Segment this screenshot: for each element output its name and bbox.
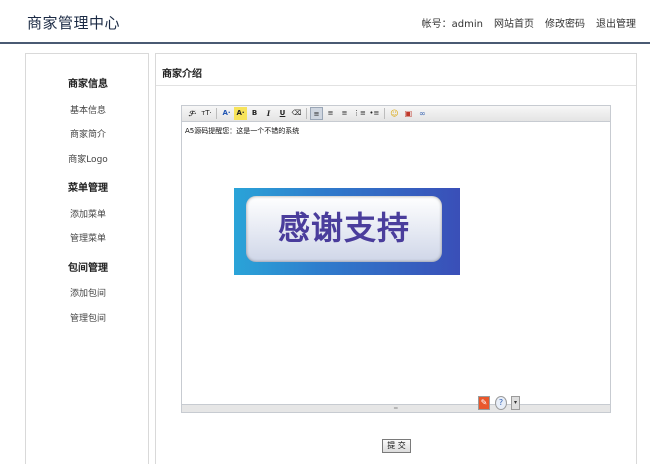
header: 商家管理中心 帐号：admin 网站首页 修改密码 退出管理 (0, 0, 650, 44)
sidebar-item-manage-room[interactable]: 管理包间 (26, 311, 150, 324)
bold-icon[interactable]: B (248, 107, 261, 120)
toolbar-divider (306, 108, 307, 119)
sidebar-group-room-management: 包间管理 (68, 263, 108, 274)
highlight-color-icon[interactable]: A· (234, 107, 247, 120)
align-right-icon[interactable]: ≡ (338, 107, 351, 120)
font-family-icon[interactable]: ℱ· (186, 107, 199, 120)
sidebar-item-manage-menu[interactable]: 管理菜单 (26, 231, 150, 244)
sidebar-group-merchant-info: 商家信息 (68, 79, 108, 90)
align-left-icon[interactable]: ≡ (310, 107, 323, 120)
site-title: 商家管理中心 (27, 14, 121, 32)
main-panel: 商家介绍 ℱ· тT· A· A· B I U ⌫ ≡ ≡ ≡ ⋮≡ •≡ ☺ … (155, 53, 637, 464)
resize-handle-icon[interactable]: ═ (394, 405, 398, 413)
font-size-icon[interactable]: тT· (200, 107, 213, 120)
sidebar-item-merchant-intro[interactable]: 商家简介 (26, 127, 150, 140)
divider (156, 85, 636, 86)
emoticon-icon[interactable]: ☺ (388, 107, 401, 120)
align-center-icon[interactable]: ≡ (324, 107, 337, 120)
sidebar-group-menu-management: 菜单管理 (68, 183, 108, 194)
home-link[interactable]: 网站首页 (494, 15, 534, 30)
thanks-banner-image: 感谢支持 (234, 188, 460, 275)
editor-content-text: A5源码提醒您：这是一个不错的系统 (185, 127, 300, 135)
font-color-icon[interactable]: A· (220, 107, 233, 120)
sidebar-item-merchant-logo[interactable]: 商家Logo (26, 152, 150, 165)
logout-link[interactable]: 退出管理 (596, 15, 636, 30)
editor-toolbar: ℱ· тT· A· A· B I U ⌫ ≡ ≡ ≡ ⋮≡ •≡ ☺ ▣ ∞ (182, 106, 610, 122)
change-password-link[interactable]: 修改密码 (545, 15, 585, 30)
unordered-list-icon[interactable]: •≡ (368, 107, 381, 120)
rich-text-editor[interactable]: ℱ· тT· A· A· B I U ⌫ ≡ ≡ ≡ ⋮≡ •≡ ☺ ▣ ∞ A… (181, 105, 611, 413)
sidebar: 商家信息 基本信息 商家简介 商家Logo 菜单管理 添加菜单 管理菜单 包间管… (25, 53, 149, 464)
top-links: 帐号：admin 网站首页 修改密码 退出管理 (422, 15, 636, 30)
sidebar-item-add-room[interactable]: 添加包间 (26, 286, 150, 299)
insert-link-icon[interactable]: ∞ (416, 107, 429, 120)
account-label: 帐号：admin (421, 19, 483, 30)
ordered-list-icon[interactable]: ⋮≡ (352, 107, 367, 120)
help-icon[interactable]: ? (495, 396, 507, 410)
banner-text: 感谢支持 (277, 209, 410, 247)
insert-image-icon[interactable]: ▣ (402, 107, 415, 120)
toolbar-divider (383, 108, 385, 119)
more-options-icon[interactable]: ▾ (511, 396, 520, 410)
submit-button[interactable]: 提 交 (382, 439, 411, 453)
italic-icon[interactable]: I (262, 107, 275, 120)
toolbar-divider (216, 108, 217, 119)
sidebar-item-add-menu[interactable]: 添加菜单 (26, 207, 150, 220)
underline-icon[interactable]: U (276, 107, 289, 120)
sidebar-item-basic-info[interactable]: 基本信息 (26, 103, 150, 116)
remove-format-icon[interactable]: ⌫ (290, 107, 303, 120)
editor-statusbar: ═ (182, 404, 610, 412)
page-title: 商家介绍 (162, 69, 202, 80)
banner-panel: 感谢支持 (246, 196, 442, 262)
source-mode-icon[interactable]: ✎ (478, 396, 490, 410)
